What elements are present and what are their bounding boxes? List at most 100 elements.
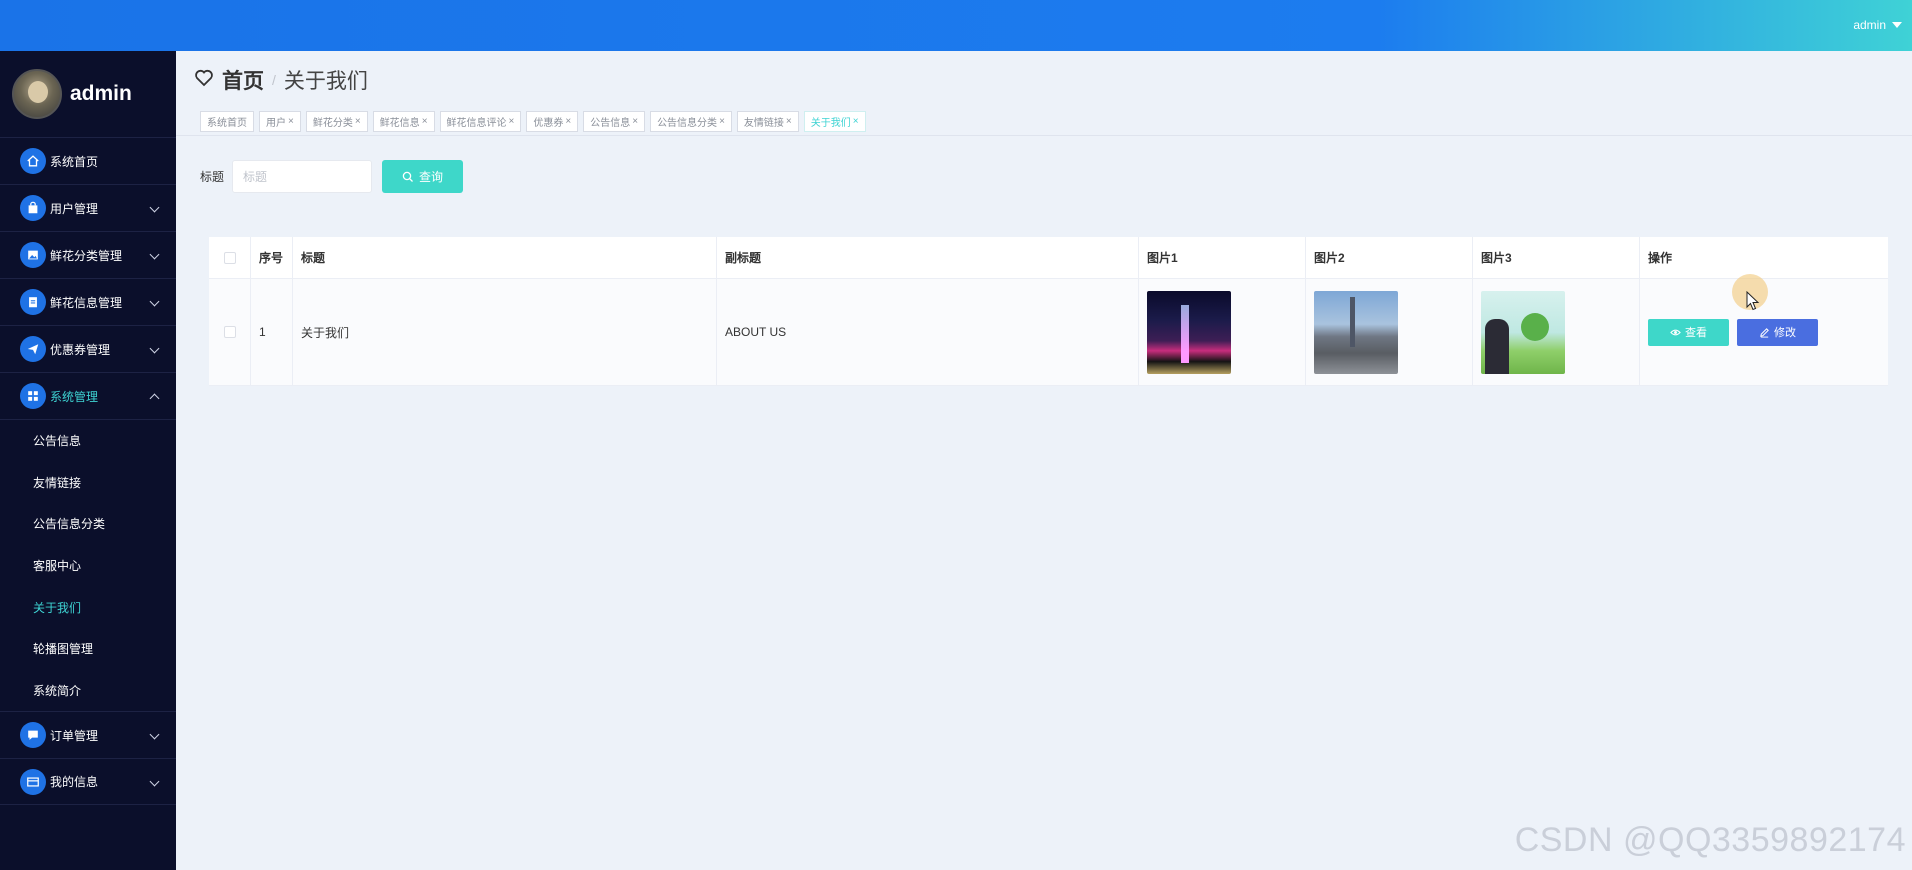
tab-links[interactable]: 友情链接 × bbox=[736, 111, 799, 132]
heart-icon bbox=[194, 68, 214, 93]
submenu-item-notices[interactable]: 公告信息 bbox=[0, 420, 176, 462]
edit-button-label: 修改 bbox=[1774, 327, 1796, 339]
bag-icon bbox=[20, 195, 46, 221]
tab-users[interactable]: 用户 × bbox=[259, 111, 301, 132]
close-icon[interactable]: × bbox=[632, 116, 638, 127]
close-icon[interactable]: × bbox=[853, 116, 859, 127]
search-label: 标题 bbox=[200, 170, 225, 184]
row-checkbox-cell bbox=[209, 279, 251, 385]
sidebar-item-label: 鲜花分类管理 bbox=[50, 248, 123, 263]
chevron-down-icon bbox=[149, 343, 160, 354]
tab-label: 关于我们 bbox=[810, 118, 851, 129]
user-menu-label: admin bbox=[1853, 18, 1886, 32]
sidebar-header: admin bbox=[0, 51, 176, 137]
sidebar-item-label: 系统首页 bbox=[50, 154, 99, 169]
city-night-thumbnail[interactable] bbox=[1147, 290, 1231, 374]
search-bar: 标题 查询 bbox=[200, 160, 464, 193]
eye-icon bbox=[1670, 329, 1681, 335]
close-icon[interactable]: × bbox=[422, 116, 428, 127]
tab-flower-info[interactable]: 鲜花信息 × bbox=[372, 111, 435, 132]
submenu-item-carousel[interactable]: 轮播图管理 bbox=[0, 628, 176, 670]
tab-label: 优惠券 bbox=[533, 118, 564, 129]
sidebar-item-system[interactable]: 系统管理 bbox=[0, 372, 176, 419]
sidebar: admin 系统首页 用户管理 鲜花分类管理 鲜花信息管理 优惠券管理 系统管理… bbox=[0, 51, 176, 870]
sidebar-item-my-info[interactable]: 我的信息 bbox=[0, 758, 176, 806]
header-image1: 图片1 bbox=[1139, 237, 1306, 278]
system-submenu: 公告信息 友情链接 公告信息分类 客服中心 关于我们 轮播图管理 系统简介 bbox=[0, 419, 176, 711]
tab-system-home[interactable]: 系统首页 bbox=[200, 111, 254, 132]
sidebar-item-coupons[interactable]: 优惠券管理 bbox=[0, 325, 176, 372]
tab-flower-comments[interactable]: 鲜花信息评论 × bbox=[439, 111, 522, 132]
search-icon bbox=[402, 171, 413, 182]
header-operations: 操作 bbox=[1648, 251, 1673, 265]
chat-icon bbox=[20, 722, 46, 749]
row-index: 1 bbox=[251, 279, 293, 385]
header-subtitle: 副标题 bbox=[717, 237, 1139, 278]
submenu-item-service[interactable]: 客服中心 bbox=[0, 545, 176, 587]
header-image2: 图片2 bbox=[1306, 237, 1473, 278]
title-search-input[interactable] bbox=[232, 160, 373, 193]
home-icon bbox=[20, 148, 46, 174]
sidebar-item-flower-category[interactable]: 鲜花分类管理 bbox=[0, 231, 176, 278]
tab-about-us[interactable]: 关于我们 × bbox=[803, 111, 866, 132]
sidebar-item-label: 用户管理 bbox=[50, 201, 99, 216]
caret-down-icon bbox=[1892, 22, 1902, 28]
tab-label: 友情链接 bbox=[743, 118, 784, 129]
tabs-bar: 系统首页 用户 × 鲜花分类 × 鲜花信息 × 鲜花信息评论 × 优惠券 × 公告信息 × … bbox=[200, 111, 866, 132]
tab-label: 鲜花信息评论 bbox=[446, 118, 507, 129]
close-icon[interactable]: × bbox=[288, 116, 294, 127]
header-checkbox-cell bbox=[209, 237, 251, 278]
tab-notice-category[interactable]: 公告信息分类 × bbox=[650, 111, 732, 132]
close-icon[interactable]: × bbox=[565, 116, 571, 127]
view-button[interactable]: 查看 bbox=[1648, 318, 1729, 346]
select-all-checkbox[interactable] bbox=[223, 251, 236, 264]
tab-label: 用户 bbox=[266, 118, 286, 129]
tab-label: 公告信息分类 bbox=[657, 118, 718, 129]
pencil-icon bbox=[1760, 327, 1769, 338]
send-icon bbox=[20, 336, 46, 362]
main-content: 首页 / 关于我们 系统首页 用户 × 鲜花分类 × 鲜花信息 × 鲜花信息评论 × 优… bbox=[176, 51, 1912, 870]
data-table: 序号 标题 副标题 图片1 图片2 图片3 操作 1 关于我们 ABOUT US… bbox=[209, 237, 1888, 386]
tab-notices[interactable]: 公告信息 × bbox=[583, 111, 646, 132]
row-checkbox[interactable] bbox=[223, 326, 236, 338]
sidebar-item-label: 系统管理 bbox=[50, 389, 99, 404]
sidebar-item-home[interactable]: 系统首页 bbox=[0, 137, 176, 184]
close-icon[interactable]: × bbox=[355, 116, 361, 127]
tab-label: 鲜花信息 bbox=[379, 118, 420, 129]
close-icon[interactable]: × bbox=[719, 116, 725, 127]
cartoon-thumbnail[interactable] bbox=[1481, 290, 1565, 374]
user-menu[interactable]: admin bbox=[1853, 18, 1902, 32]
submenu-item-notice-category[interactable]: 公告信息分类 bbox=[0, 503, 176, 545]
submenu-item-intro[interactable]: 系统简介 bbox=[0, 670, 176, 712]
close-icon[interactable]: × bbox=[786, 116, 792, 127]
edit-button[interactable]: 修改 bbox=[1737, 318, 1818, 346]
sidebar-item-label: 我的信息 bbox=[50, 775, 99, 790]
search-button-label: 查询 bbox=[419, 170, 444, 184]
submenu-item-about-us[interactable]: 关于我们 bbox=[0, 586, 176, 628]
sidebar-username: admin bbox=[70, 82, 132, 105]
chevron-down-icon bbox=[149, 296, 160, 307]
table-row: 1 关于我们 ABOUT US 查看 修改 bbox=[209, 279, 1888, 386]
chevron-down-icon bbox=[149, 249, 160, 260]
close-icon[interactable]: × bbox=[509, 116, 515, 127]
tab-flower-category[interactable]: 鲜花分类 × bbox=[305, 111, 368, 132]
card-icon bbox=[20, 768, 46, 795]
tab-coupons[interactable]: 优惠券 × bbox=[526, 111, 579, 132]
sidebar-item-orders[interactable]: 订单管理 bbox=[0, 711, 176, 758]
header-title: 标题 bbox=[293, 237, 717, 278]
chevron-down-icon bbox=[149, 729, 160, 740]
watermark: CSDN @QQ3359892174 bbox=[1514, 821, 1906, 859]
submenu-item-links[interactable]: 友情链接 bbox=[0, 462, 176, 504]
breadcrumb-current: 关于我们 bbox=[283, 70, 368, 93]
tab-label: 鲜花分类 bbox=[312, 118, 353, 129]
search-button[interactable]: 查询 bbox=[382, 160, 464, 193]
sidebar-item-flower-info[interactable]: 鲜花信息管理 bbox=[0, 278, 176, 325]
sidebar-item-users[interactable]: 用户管理 bbox=[0, 184, 176, 231]
chevron-up-icon bbox=[149, 393, 160, 404]
breadcrumb: 首页 / 关于我们 bbox=[194, 65, 368, 95]
chevron-down-icon bbox=[149, 202, 160, 213]
breadcrumb-home[interactable]: 首页 bbox=[222, 65, 264, 95]
tab-label: 公告信息 bbox=[590, 118, 631, 129]
table-header: 序号 标题 副标题 图片1 图片2 图片3 操作 bbox=[209, 237, 1888, 279]
city-day-thumbnail[interactable] bbox=[1314, 290, 1398, 374]
